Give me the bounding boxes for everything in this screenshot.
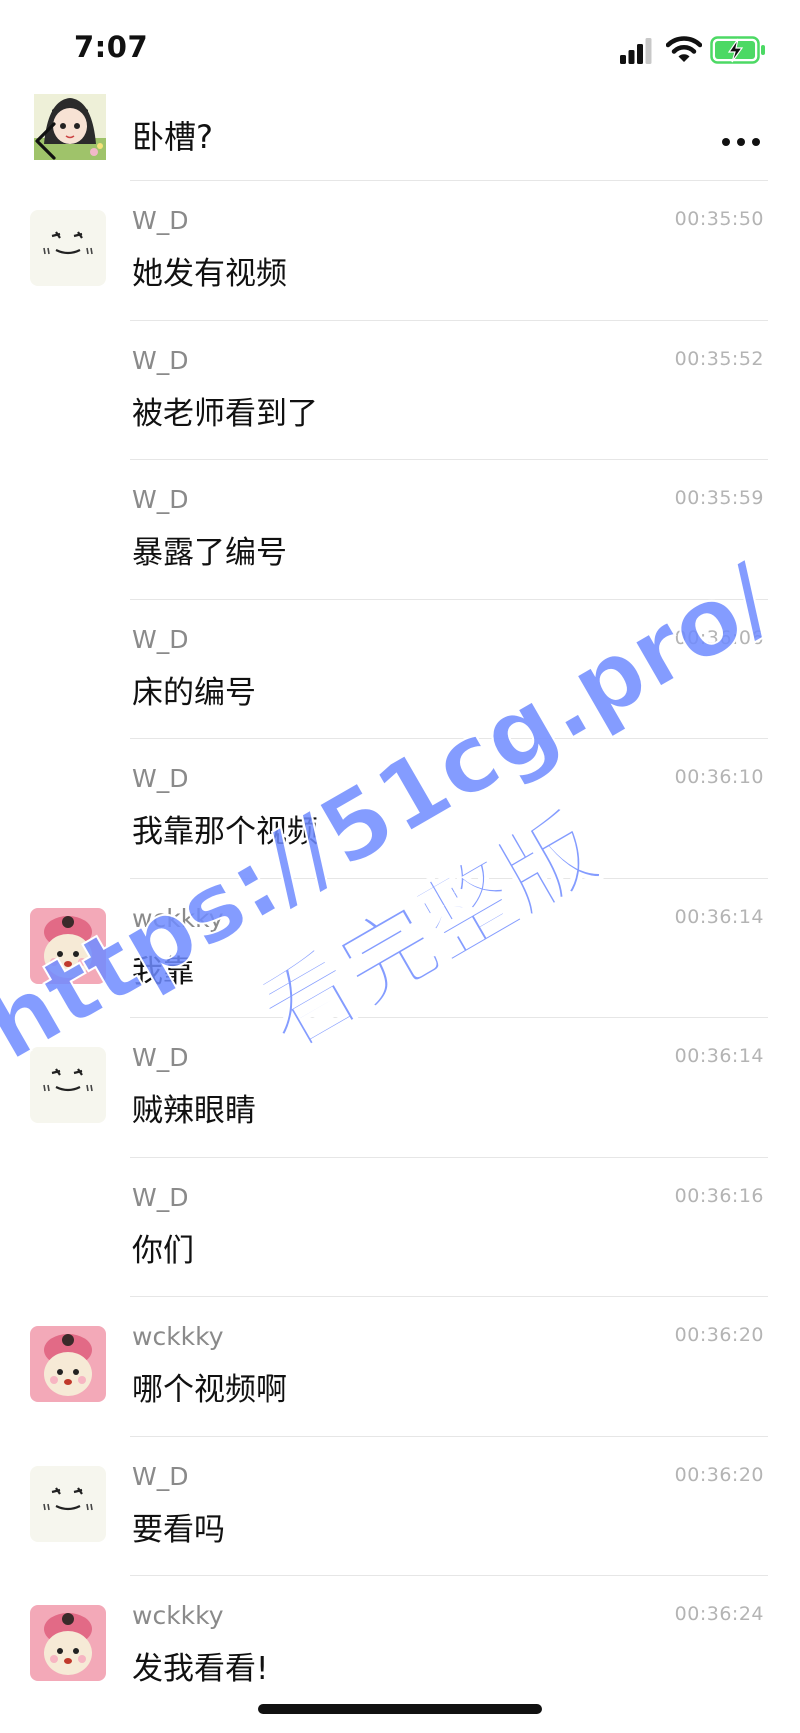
message-item[interactable]: wckkky 00:36:20 哪个视频啊 (0, 1296, 800, 1436)
message-time: 00:36:20 (674, 1463, 764, 1486)
sender-name: W_D (132, 1461, 189, 1491)
chat-header: 卧槽? (0, 88, 800, 180)
divider (130, 877, 768, 879)
avatar[interactable] (30, 1465, 106, 1542)
divider (130, 1575, 768, 1576)
message-text: 我靠 (132, 953, 194, 990)
divider (130, 1156, 768, 1158)
message-item[interactable]: W_D 00:35:50 她发有视频 (0, 180, 800, 320)
message-time: 00:36:06 (674, 626, 764, 649)
signal-icon (620, 38, 652, 64)
message-time: 00:36:24 (674, 1603, 764, 1625)
message-time: 00:36:14 (674, 1045, 764, 1067)
avatar[interactable] (30, 1047, 106, 1123)
message-text: 你们 (132, 1232, 194, 1269)
divider (130, 738, 768, 739)
divider (130, 1296, 768, 1297)
wifi-icon (666, 36, 702, 62)
sender-name: W_D (132, 345, 189, 375)
status-time: 7:07 (74, 30, 149, 64)
message-text: 发我看看! (132, 1651, 269, 1687)
message-text: 她发有视频 (132, 256, 287, 292)
message-item[interactable]: W_D 00:36:20 要看吗 (0, 1435, 800, 1576)
message-item[interactable]: W_D 00:36:10 我靠那个视频 (0, 738, 800, 878)
message-time: 00:36:14 (674, 905, 764, 928)
message-item[interactable]: wckkky 00:36:14 我靠 (0, 877, 800, 1018)
sender-name: wckkky (132, 1322, 224, 1351)
sender-name: wckkky (132, 903, 224, 933)
chat-title: 卧槽? (132, 118, 213, 156)
home-indicator[interactable] (258, 1704, 542, 1714)
message-item[interactable]: wckkky 00:36:24 发我看看! (0, 1575, 800, 1715)
message-list[interactable]: W_D 00:35:50 她发有视频 W_D 00:35:52 被老师看到了 W… (0, 180, 800, 1715)
message-text: 我靠那个视频 (132, 814, 318, 850)
message-text: 被老师看到了 (132, 395, 318, 432)
sender-name: W_D (132, 485, 189, 514)
sender-name: W_D (132, 1043, 189, 1072)
sender-name: W_D (132, 206, 189, 235)
divider (130, 598, 768, 600)
avatar[interactable] (30, 907, 106, 984)
message-time: 00:36:10 (674, 766, 764, 788)
sender-name: W_D (132, 1182, 189, 1212)
message-item[interactable]: W_D 00:35:59 暴露了编号 (0, 459, 800, 599)
message-time: 00:35:52 (674, 347, 764, 370)
message-item[interactable]: W_D 00:36:16 你们 (0, 1156, 800, 1297)
message-time: 00:36:16 (674, 1184, 764, 1207)
message-item[interactable]: W_D 00:35:52 被老师看到了 (0, 319, 800, 460)
sender-name: W_D (132, 764, 189, 793)
message-text: 要看吗 (132, 1511, 225, 1548)
divider (130, 1017, 768, 1018)
divider (130, 319, 768, 321)
avatar[interactable] (30, 1605, 106, 1681)
message-time: 00:36:20 (674, 1324, 764, 1346)
avatar[interactable] (30, 1326, 106, 1402)
divider (130, 459, 768, 460)
chevron-left-icon[interactable] (30, 118, 60, 164)
sender-name: W_D (132, 624, 189, 654)
message-item[interactable]: W_D 00:36:14 贼辣眼睛 (0, 1017, 800, 1157)
more-icon[interactable] (720, 136, 762, 148)
message-time: 00:35:59 (674, 487, 764, 509)
status-bar: 7:07 (0, 0, 800, 100)
battery-charging-icon (710, 36, 765, 64)
avatar[interactable] (30, 210, 106, 286)
message-text: 贼辣眼睛 (132, 1093, 256, 1129)
divider (130, 1435, 768, 1437)
message-time: 00:35:50 (674, 208, 764, 230)
message-text: 床的编号 (132, 674, 256, 711)
divider (130, 180, 768, 181)
message-text: 哪个视频啊 (132, 1372, 287, 1408)
sender-name: wckkky (132, 1601, 224, 1630)
message-item[interactable]: W_D 00:36:06 床的编号 (0, 598, 800, 739)
message-text: 暴露了编号 (132, 535, 287, 571)
